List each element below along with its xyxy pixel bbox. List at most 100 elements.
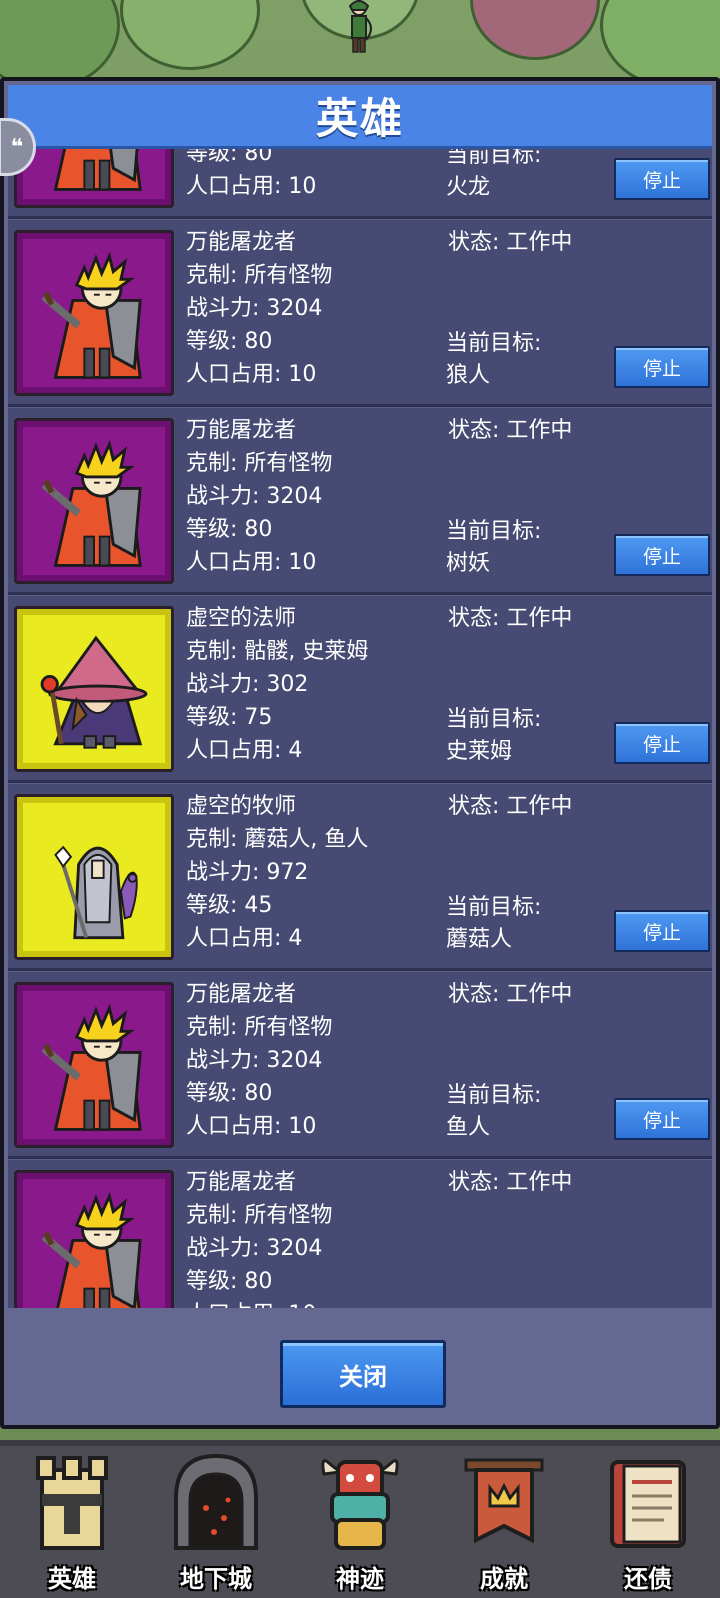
- hero-status: 状态: 工作中: [448, 794, 573, 819]
- hero-target: 当前目标: 狼人: [446, 328, 541, 392]
- void-priest-portrait: [54, 845, 138, 940]
- castle-tower-icon: [36, 1456, 108, 1550]
- hero-counter: 克制: 骷髅, 史莱姆: [186, 639, 369, 664]
- hero-name: 虚空的牧师: [186, 794, 297, 819]
- hero-row[interactable]: 万能屠龙者 克制: 所有怪物 战斗力: 3204 等级: 80 人口占用: 10…: [8, 971, 712, 1159]
- target-label: 当前目标:: [446, 895, 542, 920]
- hero-portrait[interactable]: [14, 230, 174, 396]
- hero-status: 状态: 工作中: [448, 1170, 573, 1195]
- target-label: 当前目标:: [446, 519, 542, 544]
- hero-power: 战斗力: 3204: [186, 1048, 323, 1073]
- target-label: 当前目标:: [446, 331, 542, 356]
- hero-status: 状态: 工作中: [448, 418, 573, 443]
- target-value: 狼人: [446, 363, 491, 388]
- hero-counter: 克制: 所有怪物: [186, 1203, 333, 1228]
- hero-status: 状态: 工作中: [448, 982, 573, 1007]
- hero-level: 等级: 80: [186, 517, 273, 542]
- hero-portrait[interactable]: [14, 418, 174, 584]
- nav-item-achievements[interactable]: 成就: [432, 1446, 576, 1598]
- hero-info: 万能屠龙者 克制: 所有怪物 战斗力: 3204 等级: 80 人口占用: 10: [186, 1166, 436, 1308]
- hero-power: 战斗力: 302: [186, 672, 309, 697]
- hero-population: 人口占用: 10: [186, 362, 317, 387]
- hero-row[interactable]: 虚空的法师 克制: 骷髅, 史莱姆 战斗力: 302 等级: 75 人口占用: …: [8, 595, 712, 783]
- hero-info: 万能屠龙者 克制: 所有怪物 战斗力: 3204 等级: 80 人口占用: 10: [186, 978, 436, 1143]
- hero-portrait[interactable]: [14, 982, 174, 1148]
- target-value: 树妖: [446, 551, 491, 576]
- panel-header: 英雄: [8, 85, 712, 149]
- dragon-slayer-portrait: [41, 251, 142, 379]
- nav-label: 成就: [480, 1565, 528, 1593]
- nav-item-miracle[interactable]: 神迹: [288, 1446, 432, 1598]
- hero-population: 人口占用: 10: [186, 1114, 317, 1139]
- hero-info: 虚空的法师 克制: 骷髅, 史莱姆 战斗力: 302 等级: 75 人口占用: …: [186, 602, 436, 767]
- target-value: 鱼人: [446, 1115, 491, 1140]
- hero-level: 等级: 80: [186, 1081, 273, 1106]
- nav-item-dungeon[interactable]: 地下城: [144, 1446, 288, 1598]
- hero-info: 万能屠龙者 克制: 所有怪物 战斗力: 3204 等级: 80 人口占用: 10: [186, 149, 436, 203]
- dungeon-gate-icon: [174, 1453, 258, 1550]
- hero-name: 虚空的法师: [186, 606, 297, 631]
- hero-row[interactable]: 万能屠龙者 克制: 所有怪物 战斗力: 3204 等级: 80 人口占用: 10…: [8, 407, 712, 595]
- hero-list-scroll[interactable]: 万能屠龙者 克制: 所有怪物 战斗力: 3204 等级: 80 人口占用: 10…: [8, 149, 712, 1308]
- hero-level: 等级: 80: [186, 1269, 273, 1294]
- panel-title: 英雄: [315, 94, 404, 143]
- nav-item-heroes[interactable]: 英雄: [0, 1446, 144, 1598]
- hero-portrait[interactable]: [14, 794, 174, 960]
- hero-info: 万能屠龙者 克制: 所有怪物 战斗力: 3204 等级: 80 人口占用: 10: [186, 414, 436, 579]
- hero-level: 等级: 75: [186, 705, 273, 730]
- nav-label: 地下城: [180, 1565, 252, 1593]
- ledger-book-icon: [610, 1460, 686, 1548]
- hero-population: 人口占用: 10: [186, 174, 317, 199]
- stop-button[interactable]: 停止: [614, 1098, 710, 1140]
- hero-population: 人口占用: 10: [186, 550, 317, 575]
- hero-counter: 克制: 所有怪物: [186, 1015, 333, 1040]
- hero-power: 战斗力: 3204: [186, 296, 323, 321]
- close-button[interactable]: 关闭: [280, 1340, 446, 1408]
- dragon-slayer-portrait: [41, 1191, 142, 1308]
- hero-target: 当前目标: 火龙: [446, 149, 541, 204]
- target-label: 当前目标:: [446, 707, 542, 732]
- hero-portrait[interactable]: [14, 1170, 174, 1308]
- hero-panel: 英雄 ❝ 万能屠龙者 克制: 所有怪物 战斗力: 3204 等级: 80 人口占…: [0, 77, 720, 1429]
- hero-level: 等级: 80: [186, 329, 273, 354]
- hero-level: 等级: 80: [186, 149, 273, 166]
- hero-counter: 克制: 所有怪物: [186, 451, 333, 476]
- hero-info: 虚空的牧师 克制: 蘑菇人, 鱼人 战斗力: 972 等级: 45 人口占用: …: [186, 790, 436, 955]
- nav-label: 还债: [624, 1565, 672, 1593]
- stop-button[interactable]: 停止: [614, 346, 710, 388]
- target-value: 火龙: [446, 175, 491, 200]
- void-mage-portrait: [40, 635, 148, 749]
- stop-button[interactable]: 停止: [614, 534, 710, 576]
- target-value: 史莱姆: [446, 739, 513, 764]
- bottom-nav: 英雄 地下城 神迹 成就 还债: [0, 1440, 720, 1598]
- panel-footer: 关闭: [8, 1308, 712, 1425]
- nav-item-debt[interactable]: 还债: [576, 1446, 720, 1598]
- totem-icon: [321, 1459, 399, 1550]
- hero-row[interactable]: 万能屠龙者 克制: 所有怪物 战斗力: 3204 等级: 80 人口占用: 10…: [8, 149, 712, 219]
- target-label: 当前目标:: [446, 1083, 542, 1108]
- hero-target: 当前目标: 史莱姆: [446, 704, 541, 768]
- hero-population: 人口占用: 4: [186, 926, 303, 951]
- hero-portrait[interactable]: [14, 606, 174, 772]
- hero-counter: 克制: 所有怪物: [186, 263, 333, 288]
- stop-button[interactable]: 停止: [614, 722, 710, 764]
- nav-label: 英雄: [48, 1565, 96, 1593]
- tree-decoration: [470, 0, 600, 60]
- hero-power: 战斗力: 3204: [186, 1236, 323, 1261]
- target-label: 当前目标:: [446, 149, 542, 168]
- hero-row[interactable]: 万能屠龙者 克制: 所有怪物 战斗力: 3204 等级: 80 人口占用: 10…: [8, 1159, 712, 1308]
- hero-portrait[interactable]: [14, 149, 174, 208]
- stop-button[interactable]: 停止: [614, 910, 710, 952]
- tree-decoration: [120, 0, 260, 70]
- hero-population: 人口占用: 4: [186, 738, 303, 763]
- dragon-slayer-portrait: [53, 149, 142, 191]
- chat-icon: ❝: [10, 134, 24, 160]
- target-value: 蘑菇人: [446, 927, 513, 952]
- hero-info: 万能屠龙者 克制: 所有怪物 战斗力: 3204 等级: 80 人口占用: 10: [186, 226, 436, 391]
- hero-list: 万能屠龙者 克制: 所有怪物 战斗力: 3204 等级: 80 人口占用: 10…: [8, 149, 712, 1308]
- hero-counter: 克制: 蘑菇人, 鱼人: [186, 827, 369, 852]
- hero-row[interactable]: 虚空的牧师 克制: 蘑菇人, 鱼人 战斗力: 972 等级: 45 人口占用: …: [8, 783, 712, 971]
- hero-row[interactable]: 万能屠龙者 克制: 所有怪物 战斗力: 3204 等级: 80 人口占用: 10…: [8, 219, 712, 407]
- stop-button[interactable]: 停止: [614, 158, 710, 200]
- hero-name: 万能屠龙者: [186, 982, 297, 1007]
